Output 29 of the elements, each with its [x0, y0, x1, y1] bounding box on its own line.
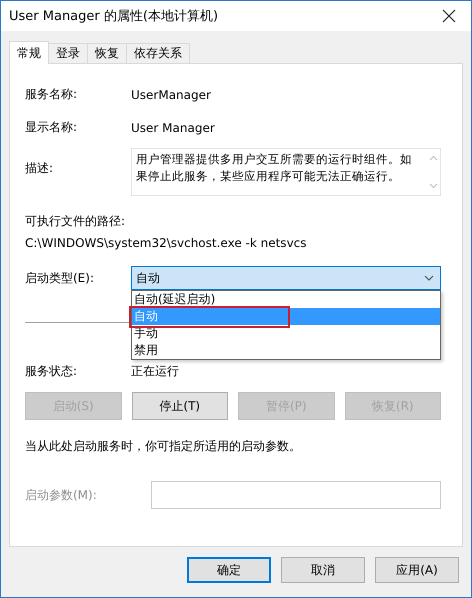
path-text: C:\WINDOWS\system32\svchost.exe -k netsvcs: [25, 236, 308, 250]
dialog-button[interactable]: 取消: [281, 557, 365, 583]
field-value: UserManager: [131, 88, 211, 102]
dialog-button[interactable]: 确定: [187, 557, 271, 583]
description-box[interactable]: 用户管理器提供多用户交互所需要的运行时组件。如果停止此服务，某些应用程序可能无法正确运行。: [131, 148, 441, 196]
field-label: 描述:: [25, 160, 54, 177]
field-label: 服务名称:: [25, 86, 78, 103]
field-label: 显示名称:: [25, 119, 78, 136]
description-text: 用户管理器提供多用户交互所需要的运行时组件。如果停止此服务，某些应用程序可能无法正确运行。: [135, 151, 413, 185]
dialog-button[interactable]: 应用(A): [375, 557, 459, 583]
close-icon: [442, 9, 456, 23]
dropdown-value: 自动: [136, 270, 160, 286]
status-value: 正在运行: [131, 363, 179, 380]
field-label: 服务状态:: [25, 363, 78, 380]
field-label: 启动类型(E):: [25, 270, 95, 286]
hint-text: 当从此处启动服务时，你可指定所适用的启动参数。: [25, 438, 302, 455]
scroll-up-icon: [428, 155, 438, 161]
chevron-down-icon: [424, 275, 434, 281]
tab[interactable]: 常规: [9, 41, 49, 64]
tab[interactable]: 依存关系: [126, 43, 190, 63]
dropdown-option[interactable]: 自动(延迟启动): [132, 291, 440, 308]
window-title: User Manager 的属性(本地计算机): [9, 8, 218, 25]
startup-type-dropdown[interactable]: 自动: [131, 266, 441, 290]
service-button[interactable]: 停止(T): [132, 392, 228, 420]
dropdown-option[interactable]: 禁用: [132, 342, 440, 359]
field-label: 启动参数(M):: [25, 486, 98, 504]
field-label: 可执行文件的路径:: [25, 213, 126, 230]
scroll-down-icon: [428, 183, 438, 189]
field-value: User Manager: [131, 120, 215, 134]
